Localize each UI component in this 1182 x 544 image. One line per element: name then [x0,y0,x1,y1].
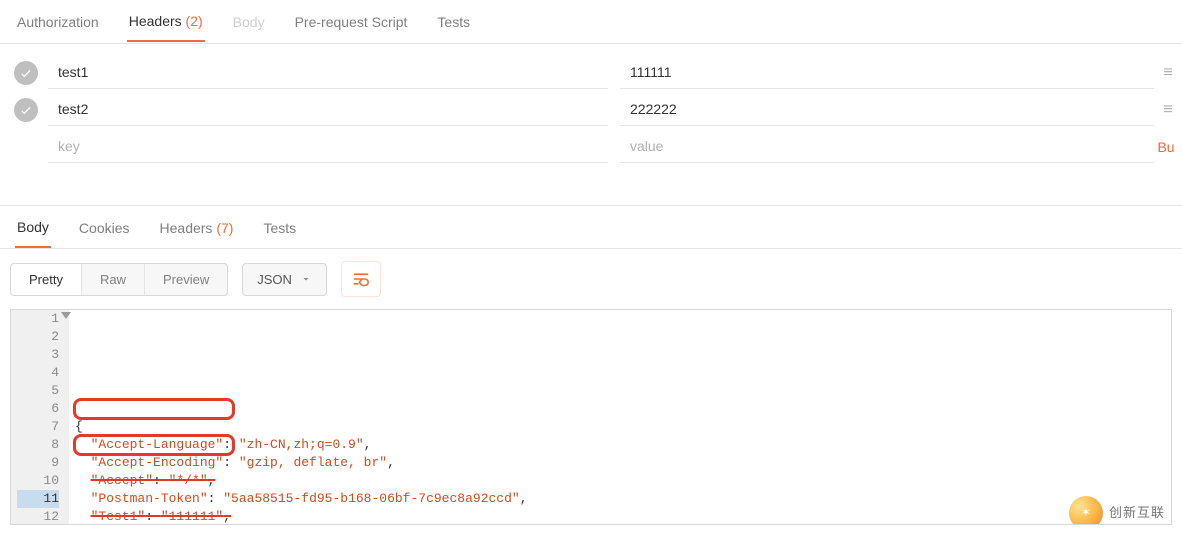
tab-body[interactable]: Body [231,2,267,41]
header-key-input[interactable]: key [48,130,608,163]
res-tab-headers[interactable]: Headers (7) [160,220,234,236]
header-row-new: key value Bu [0,128,1182,165]
code-content[interactable]: { "Accept-Language": "zh-CN,zh;q=0.9", "… [69,310,1171,524]
chevron-down-icon [300,273,312,285]
format-select[interactable]: JSON [242,263,327,296]
response-toolbar: Pretty Raw Preview JSON [0,249,1182,309]
row-actions-icon[interactable]: ≡ [1154,101,1182,119]
tab-tests[interactable]: Tests [435,2,472,41]
res-tab-headers-label: Headers [160,220,213,236]
check-icon [19,66,33,80]
wrap-lines-button[interactable] [341,261,381,297]
annotation-box [73,398,235,420]
row-enable-toggle[interactable] [14,61,38,85]
header-value-input[interactable]: value [620,130,1154,163]
header-row: test2 222222 ≡ [0,91,1182,128]
header-value-input[interactable]: 111111 [620,56,1154,89]
format-select-label: JSON [257,272,292,287]
bulk-edit-link[interactable]: Bu [1154,139,1182,155]
view-mode-preview[interactable]: Preview [145,264,227,295]
res-tab-headers-count: (7) [216,220,233,236]
request-tabs: Authorization Headers (2) Body Pre-reque… [0,0,1182,44]
header-value-input[interactable]: 222222 [620,93,1154,126]
tab-prerequest[interactable]: Pre-request Script [293,2,410,41]
row-actions-icon[interactable]: ≡ [1154,64,1182,82]
tab-headers-label: Headers [129,13,182,29]
header-key-input[interactable]: test1 [48,56,608,89]
tab-headers-count: (2) [186,13,203,29]
wrap-icon [351,271,371,287]
view-mode-raw[interactable]: Raw [82,264,145,295]
row-enable-toggle[interactable] [14,98,38,122]
tab-authorization[interactable]: Authorization [15,2,101,41]
header-row: test1 111111 ≡ [0,54,1182,91]
res-tab-cookies[interactable]: Cookies [79,220,130,236]
line-gutter: 123456789101112 [11,310,69,524]
response-tabs: Body Cookies Headers (7) Tests [0,205,1182,249]
res-tab-tests[interactable]: Tests [263,220,296,236]
response-body-viewer: 123456789101112 { "Accept-Language": "zh… [10,309,1172,525]
check-icon [19,103,33,117]
res-tab-body[interactable]: Body [17,219,49,235]
tab-headers[interactable]: Headers (2) [127,1,205,42]
header-key-input[interactable]: test2 [48,93,608,126]
view-mode-pretty[interactable]: Pretty [11,264,82,295]
headers-table: test1 111111 ≡ test2 222222 ≡ key value … [0,44,1182,165]
view-mode-group: Pretty Raw Preview [10,263,228,296]
